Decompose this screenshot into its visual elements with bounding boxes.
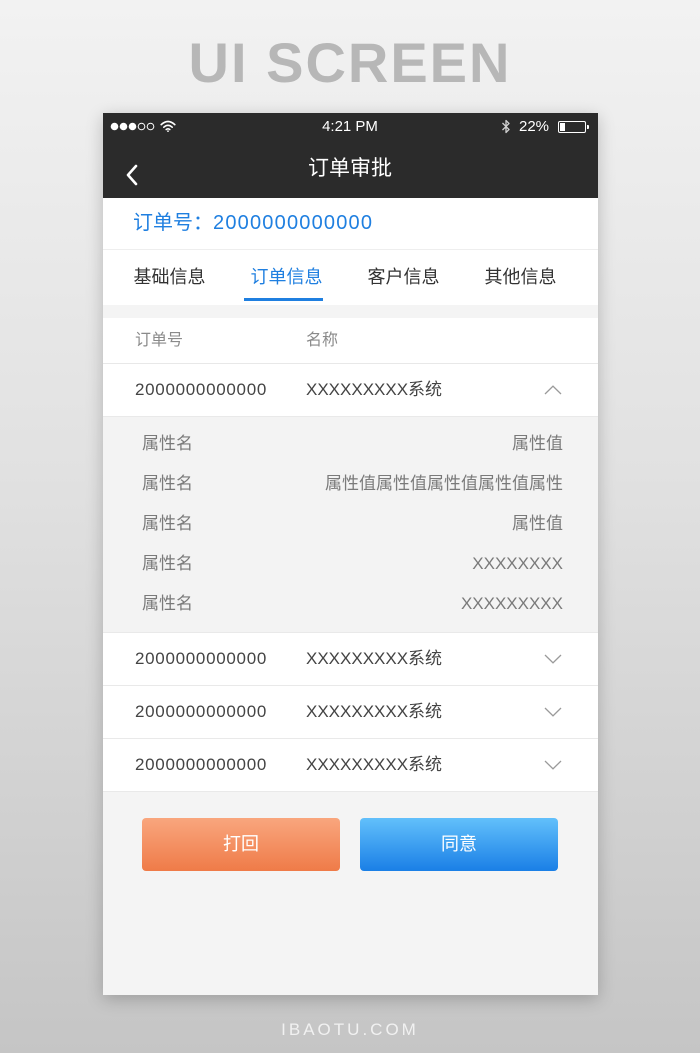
phone-screen: 4:21 PM 22% 订单审批 订单号：2000000000000 基础信息 … [103, 113, 598, 995]
status-time: 4:21 PM [322, 118, 378, 135]
detail-value: XXXXXXXX [472, 554, 563, 573]
row-name: XXXXXXXXX系统 [306, 702, 443, 721]
tab-order-info[interactable]: 订单信息 [228, 250, 345, 305]
detail-value: XXXXXXXXX [460, 594, 563, 613]
row-name: XXXXXXXXX系统 [306, 755, 443, 774]
detail-item: 属性名 属性值属性值属性值属性值属性 [103, 464, 598, 504]
signal-dot [137, 122, 146, 131]
table-header: 订单号 名称 [103, 318, 598, 364]
wifi-icon [160, 120, 176, 132]
detail-item: 属性名 XXXXXXXXX [103, 584, 598, 624]
order-number-value: 2000000000000 [213, 212, 374, 234]
detail-item: 属性名 属性值 [103, 504, 598, 544]
tab-other-info[interactable]: 其他信息 [462, 250, 579, 305]
reject-button[interactable]: 打回 [142, 818, 340, 871]
chevron-up-icon[interactable] [544, 385, 562, 395]
detail-value: 属性值属性值属性值属性值属性 [325, 474, 563, 493]
status-bar: 4:21 PM 22% [103, 113, 598, 140]
tab-basic-info[interactable]: 基础信息 [111, 250, 228, 305]
signal-dot [146, 122, 155, 131]
table-row[interactable]: 2000000000000 XXXXXXXXX系统 [103, 686, 598, 739]
detail-value: 属性值 [512, 434, 563, 453]
table-row[interactable]: 2000000000000 XXXXXXXXX系统 [103, 739, 598, 792]
chevron-down-icon[interactable] [544, 707, 562, 717]
signal-dot [119, 122, 128, 131]
signal-dots-icon [110, 122, 155, 131]
row-details: 属性名 属性值 属性名 属性值属性值属性值属性值属性 属性名 属性值 属性名 X… [103, 417, 598, 633]
tab-bar: 基础信息 订单信息 客户信息 其他信息 [103, 250, 598, 305]
chevron-left-icon [126, 164, 138, 186]
order-table: 订单号 名称 2000000000000 XXXXXXXXX系统 属性名 属性值… [103, 318, 598, 792]
detail-item: 属性名 属性值 [103, 424, 598, 464]
approve-button[interactable]: 同意 [360, 818, 558, 871]
tab-customer-info[interactable]: 客户信息 [345, 250, 462, 305]
row-order-no: 2000000000000 [135, 702, 268, 721]
row-name: XXXXXXXXX系统 [306, 380, 443, 399]
chevron-down-icon[interactable] [544, 654, 562, 664]
detail-key: 属性名 [142, 474, 193, 493]
table-row[interactable]: 2000000000000 XXXXXXXXX系统 [103, 364, 598, 417]
bluetooth-icon [502, 119, 510, 134]
row-order-no: 2000000000000 [135, 755, 268, 774]
backdrop-footer: IBAOTU.COM [281, 1020, 419, 1039]
detail-key: 属性名 [142, 514, 193, 533]
table-row[interactable]: 2000000000000 XXXXXXXXX系统 [103, 633, 598, 686]
detail-key: 属性名 [142, 594, 193, 613]
row-name: XXXXXXXXX系统 [306, 649, 443, 668]
back-button[interactable] [117, 151, 147, 187]
chevron-down-icon[interactable] [544, 760, 562, 770]
signal-dot [128, 122, 137, 131]
header-name: 名称 [306, 332, 339, 349]
detail-item: 属性名 XXXXXXXX [103, 544, 598, 584]
action-bar: 打回 同意 [103, 818, 598, 871]
order-number-label: 订单号： [133, 212, 213, 234]
page-title: 订单审批 [308, 157, 392, 180]
detail-value: 属性值 [512, 514, 563, 533]
header-order-no: 订单号 [135, 332, 184, 349]
detail-key: 属性名 [142, 554, 193, 573]
detail-key: 属性名 [142, 434, 193, 453]
row-order-no: 2000000000000 [135, 380, 268, 399]
row-order-no: 2000000000000 [135, 649, 268, 668]
backdrop-heading: UI SCREEN [188, 31, 512, 94]
order-number-row: 订单号：2000000000000 [103, 198, 598, 250]
battery-fill [560, 123, 566, 131]
signal-dot [110, 122, 119, 131]
nav-bar: 订单审批 [103, 140, 598, 198]
battery-percent: 22% [519, 118, 550, 135]
battery-icon [558, 121, 589, 133]
